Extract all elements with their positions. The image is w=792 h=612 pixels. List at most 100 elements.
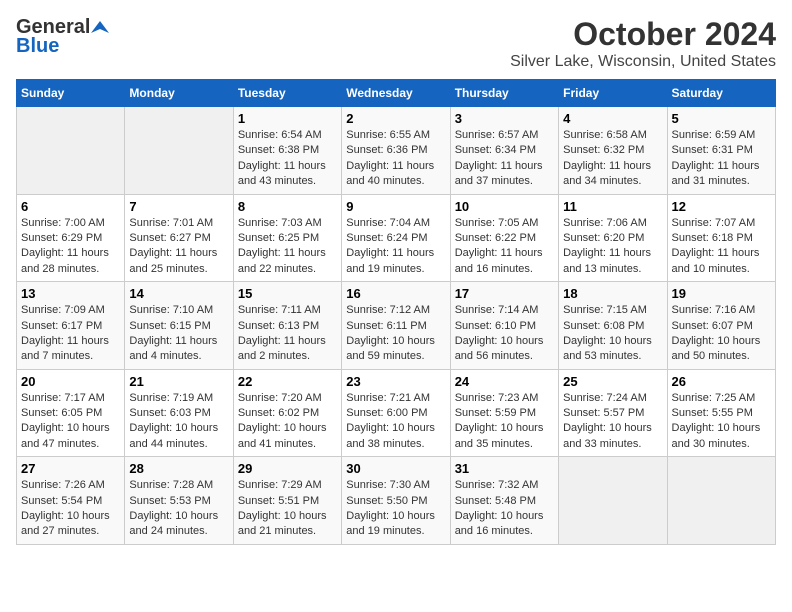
calendar-cell: 26 Sunrise: 7:25 AM Sunset: 5:55 PM Dayli… xyxy=(667,369,775,457)
page-header: General Blue October 2024 Silver Lake, W… xyxy=(16,16,776,71)
calendar-cell: 20 Sunrise: 7:17 AM Sunset: 6:05 PM Dayli… xyxy=(17,369,125,457)
cell-content: Sunrise: 7:19 AM Sunset: 6:03 PM Dayligh… xyxy=(129,391,228,453)
calendar-cell: 14 Sunrise: 7:10 AM Sunset: 6:15 PM Dayli… xyxy=(125,282,233,370)
calendar-cell xyxy=(125,107,233,195)
header-day-sunday: Sunday xyxy=(17,80,125,107)
cell-content: Sunrise: 7:01 AM Sunset: 6:27 PM Dayligh… xyxy=(129,216,228,278)
day-number: 1 xyxy=(238,111,337,126)
calendar-cell: 3 Sunrise: 6:57 AM Sunset: 6:34 PM Daylig… xyxy=(450,107,558,195)
calendar-table: SundayMondayTuesdayWednesdayThursdayFrid… xyxy=(16,79,776,545)
calendar-cell: 10 Sunrise: 7:05 AM Sunset: 6:22 PM Dayli… xyxy=(450,194,558,282)
cell-content: Sunrise: 6:58 AM Sunset: 6:32 PM Dayligh… xyxy=(563,128,662,190)
week-row-5: 27Sunrise: 7:26 AM Sunset: 5:54 PM Dayli… xyxy=(17,457,776,545)
calendar-header-row: SundayMondayTuesdayWednesdayThursdayFrid… xyxy=(17,80,776,107)
day-number: 30 xyxy=(346,461,445,476)
cell-content: Sunrise: 7:20 AM Sunset: 6:02 PM Dayligh… xyxy=(238,391,337,453)
cell-content: Sunrise: 7:06 AM Sunset: 6:20 PM Dayligh… xyxy=(563,216,662,278)
cell-content: Sunrise: 7:12 AM Sunset: 6:11 PM Dayligh… xyxy=(346,303,445,365)
cell-content: Sunrise: 7:11 AM Sunset: 6:13 PM Dayligh… xyxy=(238,303,337,365)
cell-content: Sunrise: 7:17 AM Sunset: 6:05 PM Dayligh… xyxy=(21,391,120,453)
header-day-tuesday: Tuesday xyxy=(233,80,341,107)
calendar-cell: 23Sunrise: 7:21 AM Sunset: 6:00 PM Dayli… xyxy=(342,369,450,457)
day-number: 21 xyxy=(129,374,228,389)
cell-content: Sunrise: 7:04 AM Sunset: 6:24 PM Dayligh… xyxy=(346,216,445,278)
calendar-cell: 31 Sunrise: 7:32 AM Sunset: 5:48 PM Dayli… xyxy=(450,457,558,545)
header-day-thursday: Thursday xyxy=(450,80,558,107)
day-number: 20 xyxy=(21,374,120,389)
day-number: 8 xyxy=(238,199,337,214)
day-number: 9 xyxy=(346,199,445,214)
day-number: 12 xyxy=(672,199,771,214)
calendar-cell: 29 Sunrise: 7:29 AM Sunset: 5:51 PM Dayli… xyxy=(233,457,341,545)
cell-content: Sunrise: 7:14 AM Sunset: 6:10 PM Dayligh… xyxy=(455,303,554,365)
calendar-cell: 27Sunrise: 7:26 AM Sunset: 5:54 PM Dayli… xyxy=(17,457,125,545)
cell-content: Sunrise: 7:23 AM Sunset: 5:59 PM Dayligh… xyxy=(455,391,554,453)
calendar-cell: 12 Sunrise: 7:07 AM Sunset: 6:18 PM Dayli… xyxy=(667,194,775,282)
cell-content: Sunrise: 7:09 AM Sunset: 6:17 PM Dayligh… xyxy=(21,303,120,365)
logo: General Blue xyxy=(16,16,110,58)
day-number: 29 xyxy=(238,461,337,476)
cell-content: Sunrise: 7:26 AM Sunset: 5:54 PM Dayligh… xyxy=(21,478,120,540)
calendar-cell: 2Sunrise: 6:55 AM Sunset: 6:36 PM Daylig… xyxy=(342,107,450,195)
cell-content: Sunrise: 7:10 AM Sunset: 6:15 PM Dayligh… xyxy=(129,303,228,365)
week-row-3: 13 Sunrise: 7:09 AM Sunset: 6:17 PM Dayli… xyxy=(17,282,776,370)
header-day-wednesday: Wednesday xyxy=(342,80,450,107)
day-number: 25 xyxy=(563,374,662,389)
calendar-cell: 19Sunrise: 7:16 AM Sunset: 6:07 PM Dayli… xyxy=(667,282,775,370)
calendar-cell: 5Sunrise: 6:59 AM Sunset: 6:31 PM Daylig… xyxy=(667,107,775,195)
day-number: 15 xyxy=(238,286,337,301)
calendar-cell xyxy=(559,457,667,545)
calendar-cell: 9 Sunrise: 7:04 AM Sunset: 6:24 PM Daylig… xyxy=(342,194,450,282)
day-number: 24 xyxy=(455,374,554,389)
day-number: 22 xyxy=(238,374,337,389)
day-number: 31 xyxy=(455,461,554,476)
week-row-4: 20 Sunrise: 7:17 AM Sunset: 6:05 PM Dayli… xyxy=(17,369,776,457)
day-number: 11 xyxy=(563,199,662,214)
cell-content: Sunrise: 6:57 AM Sunset: 6:34 PM Dayligh… xyxy=(455,128,554,190)
day-number: 13 xyxy=(21,286,120,301)
calendar-cell: 13 Sunrise: 7:09 AM Sunset: 6:17 PM Dayli… xyxy=(17,282,125,370)
day-number: 4 xyxy=(563,111,662,126)
calendar-cell: 30 Sunrise: 7:30 AM Sunset: 5:50 PM Dayli… xyxy=(342,457,450,545)
logo-bird-icon xyxy=(91,19,109,37)
cell-content: Sunrise: 7:07 AM Sunset: 6:18 PM Dayligh… xyxy=(672,216,771,278)
cell-content: Sunrise: 7:24 AM Sunset: 5:57 PM Dayligh… xyxy=(563,391,662,453)
calendar-cell: 22 Sunrise: 7:20 AM Sunset: 6:02 PM Dayli… xyxy=(233,369,341,457)
cell-content: Sunrise: 6:54 AM Sunset: 6:38 PM Dayligh… xyxy=(238,128,337,190)
cell-content: Sunrise: 7:25 AM Sunset: 5:55 PM Dayligh… xyxy=(672,391,771,453)
header-day-friday: Friday xyxy=(559,80,667,107)
day-number: 18 xyxy=(563,286,662,301)
calendar-cell: 24 Sunrise: 7:23 AM Sunset: 5:59 PM Dayli… xyxy=(450,369,558,457)
day-number: 19 xyxy=(672,286,771,301)
week-row-1: 1 Sunrise: 6:54 AM Sunset: 6:38 PM Daylig… xyxy=(17,107,776,195)
day-number: 26 xyxy=(672,374,771,389)
calendar-cell: 16Sunrise: 7:12 AM Sunset: 6:11 PM Dayli… xyxy=(342,282,450,370)
location: Silver Lake, Wisconsin, United States xyxy=(510,53,776,71)
header-day-monday: Monday xyxy=(125,80,233,107)
cell-content: Sunrise: 7:05 AM Sunset: 6:22 PM Dayligh… xyxy=(455,216,554,278)
cell-content: Sunrise: 7:29 AM Sunset: 5:51 PM Dayligh… xyxy=(238,478,337,540)
calendar-cell: 1 Sunrise: 6:54 AM Sunset: 6:38 PM Daylig… xyxy=(233,107,341,195)
calendar-cell: 8 Sunrise: 7:03 AM Sunset: 6:25 PM Daylig… xyxy=(233,194,341,282)
cell-content: Sunrise: 7:32 AM Sunset: 5:48 PM Dayligh… xyxy=(455,478,554,540)
header-day-saturday: Saturday xyxy=(667,80,775,107)
day-number: 23 xyxy=(346,374,445,389)
cell-content: Sunrise: 6:55 AM Sunset: 6:36 PM Dayligh… xyxy=(346,128,445,190)
calendar-cell: 15 Sunrise: 7:11 AM Sunset: 6:13 PM Dayli… xyxy=(233,282,341,370)
title-area: October 2024 Silver Lake, Wisconsin, Uni… xyxy=(510,16,776,71)
week-row-2: 6Sunrise: 7:00 AM Sunset: 6:29 PM Daylig… xyxy=(17,194,776,282)
day-number: 14 xyxy=(129,286,228,301)
day-number: 17 xyxy=(455,286,554,301)
calendar-cell: 17 Sunrise: 7:14 AM Sunset: 6:10 PM Dayli… xyxy=(450,282,558,370)
day-number: 6 xyxy=(21,199,120,214)
cell-content: Sunrise: 7:30 AM Sunset: 5:50 PM Dayligh… xyxy=(346,478,445,540)
calendar-cell: 28Sunrise: 7:28 AM Sunset: 5:53 PM Dayli… xyxy=(125,457,233,545)
calendar-cell: 25 Sunrise: 7:24 AM Sunset: 5:57 PM Dayli… xyxy=(559,369,667,457)
cell-content: Sunrise: 6:59 AM Sunset: 6:31 PM Dayligh… xyxy=(672,128,771,190)
cell-content: Sunrise: 7:15 AM Sunset: 6:08 PM Dayligh… xyxy=(563,303,662,365)
cell-content: Sunrise: 7:28 AM Sunset: 5:53 PM Dayligh… xyxy=(129,478,228,540)
day-number: 3 xyxy=(455,111,554,126)
day-number: 10 xyxy=(455,199,554,214)
calendar-cell: 18 Sunrise: 7:15 AM Sunset: 6:08 PM Dayli… xyxy=(559,282,667,370)
cell-content: Sunrise: 7:03 AM Sunset: 6:25 PM Dayligh… xyxy=(238,216,337,278)
